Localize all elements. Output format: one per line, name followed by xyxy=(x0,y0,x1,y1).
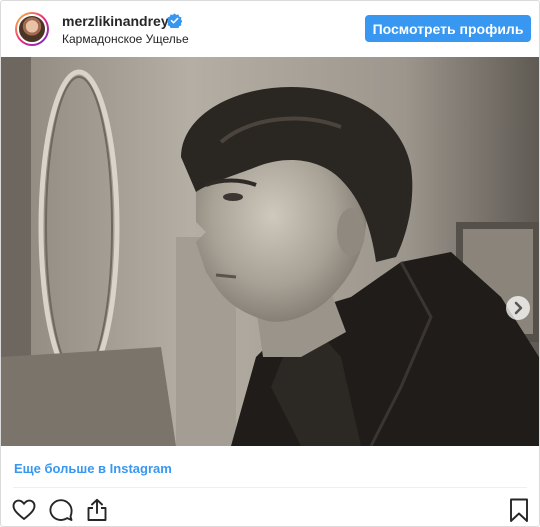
more-on-instagram-link[interactable]: Еще больше в Instagram xyxy=(14,461,172,476)
avatar-image xyxy=(17,14,47,44)
comment-icon[interactable] xyxy=(48,497,74,523)
post-header: merzlikinandrey Кармадонское Ущелье Посм… xyxy=(1,1,539,57)
share-icon[interactable] xyxy=(84,497,110,523)
view-profile-button[interactable]: Посмотреть профиль xyxy=(365,15,531,42)
divider xyxy=(13,487,527,488)
photo-image xyxy=(1,57,539,446)
verified-badge-icon xyxy=(167,13,182,28)
location-link[interactable]: Кармадонское Ущелье xyxy=(62,32,189,46)
avatar[interactable] xyxy=(15,12,49,46)
post-photo[interactable] xyxy=(1,57,539,446)
heart-icon[interactable] xyxy=(11,497,37,523)
next-photo-button[interactable] xyxy=(506,296,530,320)
instagram-embed-card: merzlikinandrey Кармадонское Ущелье Посм… xyxy=(0,0,540,527)
chevron-right-icon xyxy=(514,301,523,315)
bookmark-icon[interactable] xyxy=(506,497,532,523)
username-link[interactable]: merzlikinandrey xyxy=(62,13,169,29)
